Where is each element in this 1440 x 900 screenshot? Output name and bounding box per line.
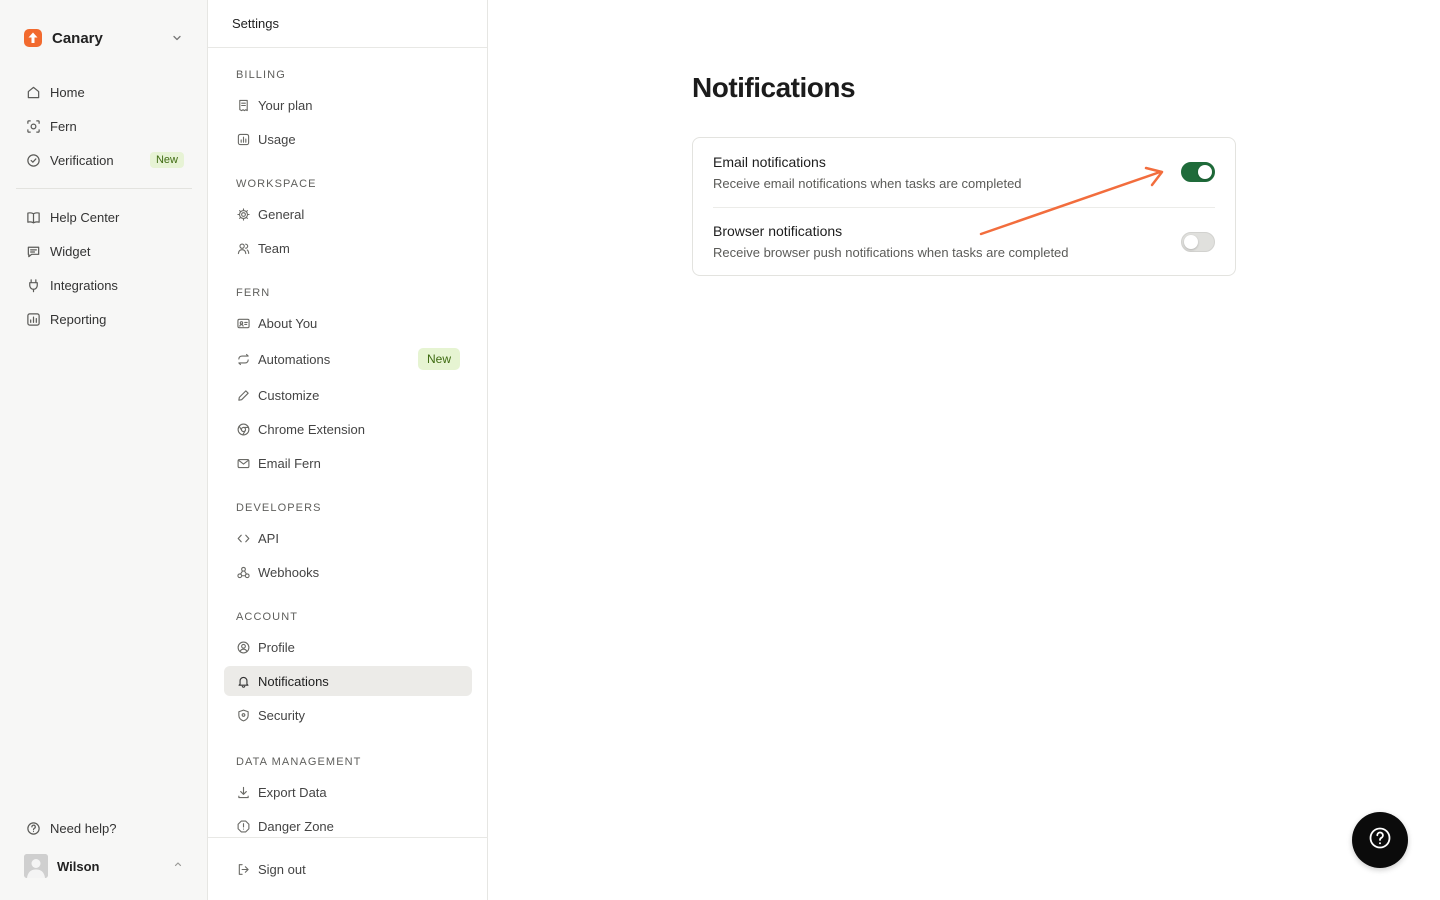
avatar: [24, 854, 48, 878]
alert-octagon-icon: [236, 819, 250, 833]
mail-icon: [236, 456, 250, 470]
settings-item-automations[interactable]: Automations New: [224, 342, 472, 376]
receipt-icon: [236, 98, 250, 112]
download-icon: [236, 785, 250, 799]
email-notifications-toggle[interactable]: [1181, 162, 1215, 182]
settings-item-email-fern[interactable]: Email Fern: [224, 448, 472, 478]
home-icon: [24, 83, 42, 101]
check-circle-icon: [24, 151, 42, 169]
settings-item-team[interactable]: Team: [224, 233, 472, 263]
row-description: Receive browser push notifications when …: [713, 245, 1069, 260]
settings-item-security[interactable]: Security: [224, 700, 472, 730]
nav-item-help-center[interactable]: Help Center: [16, 202, 192, 232]
settings-item-export-data[interactable]: Export Data: [224, 777, 472, 807]
id-card-icon: [236, 316, 250, 330]
nav-item-reporting[interactable]: Reporting: [16, 304, 192, 334]
row-title: Browser notifications: [713, 223, 843, 239]
bar-chart-icon: [236, 132, 250, 146]
toggle-knob: [1198, 165, 1212, 179]
settings-item-danger-zone[interactable]: Danger Zone: [224, 811, 472, 838]
help-circle-icon: [24, 819, 42, 837]
section-title-data-management: DATA MANAGEMENT: [236, 756, 362, 768]
settings-item-profile[interactable]: Profile: [224, 632, 472, 662]
settings-nav: BILLING Your plan Usage WORKSPACE Genera…: [208, 48, 488, 838]
section-title-developers: DEVELOPERS: [236, 502, 322, 514]
settings-item-webhooks[interactable]: Webhooks: [224, 557, 472, 587]
pencil-icon: [236, 388, 250, 402]
message-square-icon: [24, 242, 42, 260]
toggle-knob: [1184, 235, 1198, 249]
settings-item-chrome-extension[interactable]: Chrome Extension: [224, 414, 472, 444]
chrome-icon: [236, 422, 250, 436]
new-badge: New: [149, 152, 184, 168]
settings-panel: Settings BILLING Your plan Usage WORKSPA…: [208, 0, 488, 900]
nav-item-integrations[interactable]: Integrations: [16, 270, 192, 300]
scan-face-icon: [24, 117, 42, 135]
workspace-switcher[interactable]: Canary: [16, 22, 192, 54]
settings-item-general[interactable]: General: [224, 199, 472, 229]
section-title-fern: FERN: [236, 287, 271, 299]
row-title: Email notifications: [713, 154, 826, 170]
chevron-down-icon: [170, 31, 184, 45]
plug-icon: [24, 276, 42, 294]
section-title-workspace: WORKSPACE: [236, 178, 317, 190]
bell-icon: [236, 674, 250, 688]
shield-icon: [236, 708, 250, 722]
browser-notifications-row: Browser notifications Receive browser pu…: [713, 207, 1215, 276]
gear-icon: [236, 207, 250, 221]
email-notifications-row: Email notifications Receive email notifi…: [713, 138, 1215, 207]
settings-item-api[interactable]: API: [224, 523, 472, 553]
primary-nav: Home Fern Verification New: [16, 77, 192, 179]
main-content: Notifications Email notifications Receiv…: [488, 0, 1440, 900]
row-description: Receive email notifications when tasks a…: [713, 176, 1022, 191]
settings-item-your-plan[interactable]: Your plan: [224, 90, 472, 120]
settings-item-about-you[interactable]: About You: [224, 308, 472, 338]
code-icon: [236, 531, 250, 545]
workspace-name: Canary: [52, 29, 103, 47]
notifications-card: Email notifications Receive email notifi…: [692, 137, 1236, 276]
nav-item-home[interactable]: Home: [16, 77, 192, 107]
settings-item-usage[interactable]: Usage: [224, 124, 472, 154]
browser-notifications-toggle[interactable]: [1181, 232, 1215, 252]
user-menu[interactable]: Wilson: [16, 850, 192, 882]
repeat-icon: [236, 352, 250, 366]
users-icon: [236, 241, 250, 255]
nav-divider: [16, 188, 192, 189]
help-fab-button[interactable]: [1352, 812, 1408, 868]
section-title-billing: BILLING: [236, 69, 286, 81]
webhook-icon: [236, 565, 250, 579]
canary-logo-icon: [24, 29, 42, 47]
new-badge: New: [417, 348, 460, 370]
user-circle-icon: [236, 640, 250, 654]
settings-item-customize[interactable]: Customize: [224, 380, 472, 410]
settings-header: Settings: [208, 0, 487, 48]
book-icon: [24, 208, 42, 226]
secondary-nav: Help Center Widget Integrations Reportin…: [16, 202, 192, 338]
section-title-account: ACCOUNT: [236, 611, 299, 623]
nav-item-widget[interactable]: Widget: [16, 236, 192, 266]
settings-footer: Sign out: [208, 837, 488, 900]
need-help-link[interactable]: Need help?: [16, 813, 192, 843]
sign-out-button[interactable]: Sign out: [224, 854, 472, 884]
user-name: Wilson: [57, 858, 100, 874]
log-out-icon: [236, 862, 250, 876]
help-circle-icon: [1368, 826, 1392, 855]
page-title: Notifications: [692, 72, 856, 103]
primary-sidebar: Canary Home Fern Verification New Help C…: [0, 0, 208, 900]
nav-item-verification[interactable]: Verification New: [16, 145, 192, 175]
chevron-up-icon: [172, 857, 184, 875]
settings-item-notifications[interactable]: Notifications: [224, 666, 472, 696]
nav-item-fern[interactable]: Fern: [16, 111, 192, 141]
chart-icon: [24, 310, 42, 328]
